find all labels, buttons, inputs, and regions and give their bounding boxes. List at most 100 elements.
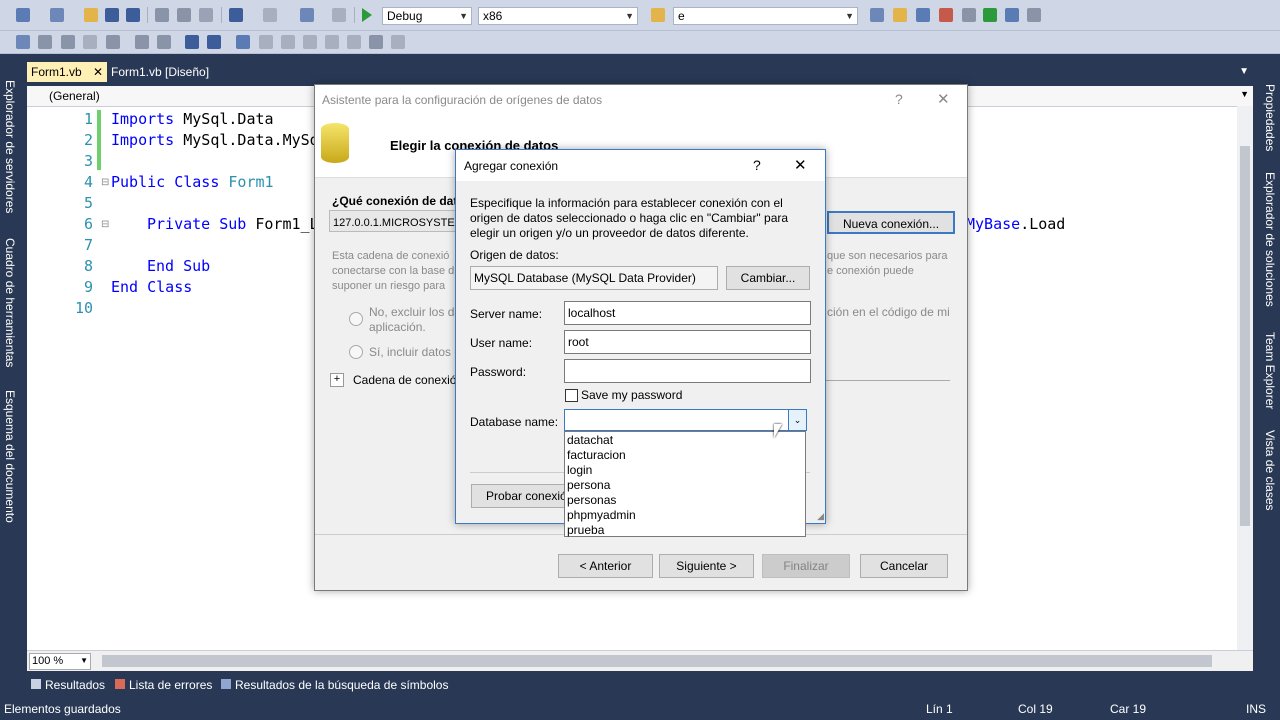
clear-bookmarks-icon[interactable]	[391, 35, 405, 49]
start-page-icon[interactable]	[983, 8, 997, 22]
tab-label: Form1.vb	[31, 65, 82, 79]
next-bookmark-icon[interactable]	[281, 35, 295, 49]
comment-icon[interactable]	[185, 35, 199, 49]
scrollbar-thumb[interactable]	[1240, 146, 1250, 526]
bookmark-icon[interactable]	[236, 35, 250, 49]
database-option[interactable]: personas	[567, 493, 616, 508]
solution-explorer-tab[interactable]: Explorador de soluciones	[1263, 172, 1277, 307]
increase-indent-icon[interactable]	[157, 35, 171, 49]
document-outline-tab[interactable]: Esquema del documento	[3, 390, 17, 523]
connection-question: ¿Qué conexión de dato	[332, 194, 465, 208]
properties-icon[interactable]	[893, 8, 907, 22]
save-password-checkbox[interactable]	[565, 389, 578, 402]
start-debug-icon[interactable]	[362, 8, 372, 22]
find-combo-value: e	[678, 9, 685, 23]
close-icon[interactable]: ✕	[794, 156, 807, 174]
collapse-icon[interactable]: ⊟	[101, 177, 109, 188]
connection-combo[interactable]: 127.0.0.1.MICROSYSTER	[329, 210, 463, 232]
undo-icon[interactable]	[229, 8, 243, 22]
paste-icon[interactable]	[199, 8, 213, 22]
toolbox-icon[interactable]	[939, 8, 953, 22]
radio-exclude[interactable]	[349, 312, 363, 326]
connection-string-expander[interactable]: Cadena de conexión	[353, 373, 463, 387]
save-all-icon[interactable]	[126, 8, 140, 22]
prev-bookmark-folder-icon[interactable]	[303, 35, 317, 49]
tab-error-list[interactable]: Lista de errores	[115, 678, 212, 692]
user-name-input[interactable]: root	[564, 330, 811, 354]
open-folder-icon[interactable]	[84, 8, 98, 22]
find-in-files-icon[interactable]	[651, 8, 665, 22]
redo-icon[interactable]	[263, 8, 277, 22]
description-line: Especifique la información para establec…	[470, 196, 783, 210]
navigate-forward-icon[interactable]	[332, 8, 346, 22]
change-button[interactable]: Cambiar...	[726, 266, 810, 290]
close-icon[interactable]: ✕	[937, 90, 950, 108]
copy-icon[interactable]	[177, 8, 191, 22]
password-input[interactable]	[564, 359, 811, 383]
database-option[interactable]: prueba	[567, 523, 604, 538]
database-option[interactable]: phpmyadmin	[567, 508, 636, 523]
database-icon	[321, 123, 349, 163]
line-number: 2	[83, 131, 93, 149]
expander-icon[interactable]: +	[330, 373, 344, 387]
save-icon[interactable]	[105, 8, 119, 22]
cancel-button[interactable]: Cancelar	[860, 554, 948, 578]
tab-form1-vb[interactable]: Form1.vb ✕	[27, 62, 107, 82]
solution-explorer-icon[interactable]	[870, 8, 884, 22]
database-option[interactable]: datachat	[567, 433, 613, 448]
format-icon[interactable]	[106, 35, 120, 49]
server-explorer-tab[interactable]: Explorador de servidores	[3, 80, 17, 213]
status-line: Lín 1	[926, 702, 953, 716]
database-name-combo[interactable]: ⌄	[564, 409, 807, 431]
toolbox-tab[interactable]: Cuadro de herramientas	[3, 238, 17, 367]
database-option[interactable]: facturacion	[567, 448, 626, 463]
team-explorer-tab[interactable]: Team Explorer	[1263, 332, 1277, 409]
next-bookmark-doc-icon[interactable]	[369, 35, 383, 49]
tools-icon[interactable]	[962, 8, 976, 22]
decrease-indent-icon[interactable]	[135, 35, 149, 49]
quick-info-icon[interactable]	[16, 35, 30, 49]
close-icon[interactable]: ✕	[93, 62, 103, 82]
add-item-icon[interactable]	[50, 8, 64, 22]
dropdown-button[interactable]: ⌄	[788, 410, 806, 430]
help-icon[interactable]: ?	[895, 91, 903, 107]
database-option[interactable]: login	[567, 463, 592, 478]
tab-form1-designer[interactable]: Form1.vb [Diseño]	[107, 62, 213, 82]
new-project-icon[interactable]	[16, 8, 30, 22]
resize-grip-icon[interactable]: ◢	[817, 511, 824, 522]
solution-configuration-combo[interactable]: Debug ▼	[382, 7, 472, 25]
prev-bookmark-doc-icon[interactable]	[347, 35, 361, 49]
next-button[interactable]: Siguiente >	[659, 554, 754, 578]
server-name-value: localhost	[568, 306, 616, 320]
save-password-label[interactable]: Save my password	[581, 388, 682, 402]
help-icon[interactable]: ?	[753, 157, 761, 173]
navigate-icon[interactable]	[300, 8, 314, 22]
tab-output[interactable]: Resultados	[31, 678, 105, 692]
back-button[interactable]: < Anterior	[558, 554, 653, 578]
parameter-info-icon[interactable]	[38, 35, 52, 49]
solution-platform-combo[interactable]: x86 ▼	[478, 7, 638, 25]
extension-manager-icon[interactable]	[1005, 8, 1019, 22]
complete-word-icon[interactable]	[61, 35, 75, 49]
database-option[interactable]: persona	[567, 478, 610, 493]
uncomment-icon[interactable]	[207, 35, 221, 49]
next-bookmark-folder-icon[interactable]	[325, 35, 339, 49]
collapse-icon[interactable]: ⊟	[101, 219, 109, 230]
find-combo[interactable]: e ▼	[673, 7, 858, 25]
zoom-combo[interactable]: 100 % ▼	[29, 653, 91, 670]
keyword: Private Sub	[147, 215, 247, 233]
class-view-tab[interactable]: Vista de clases	[1263, 430, 1277, 511]
prev-bookmark-icon[interactable]	[259, 35, 273, 49]
properties-tab[interactable]: Propiedades	[1263, 84, 1277, 151]
tab-find-symbol-results[interactable]: Resultados de la búsqueda de símbolos	[221, 678, 448, 692]
radio-include[interactable]	[349, 345, 363, 359]
word-wrap-icon[interactable]	[83, 35, 97, 49]
cut-icon[interactable]	[155, 8, 169, 22]
vertical-scrollbar[interactable]	[1237, 106, 1253, 650]
tab-overflow-icon[interactable]: ▼	[1239, 66, 1249, 77]
object-browser-icon[interactable]	[916, 8, 930, 22]
horizontal-scrollbar[interactable]	[102, 655, 1212, 667]
new-connection-button[interactable]: Nueva conexión...	[827, 211, 955, 234]
window-icon[interactable]	[1027, 8, 1041, 22]
server-name-input[interactable]: localhost	[564, 301, 811, 325]
